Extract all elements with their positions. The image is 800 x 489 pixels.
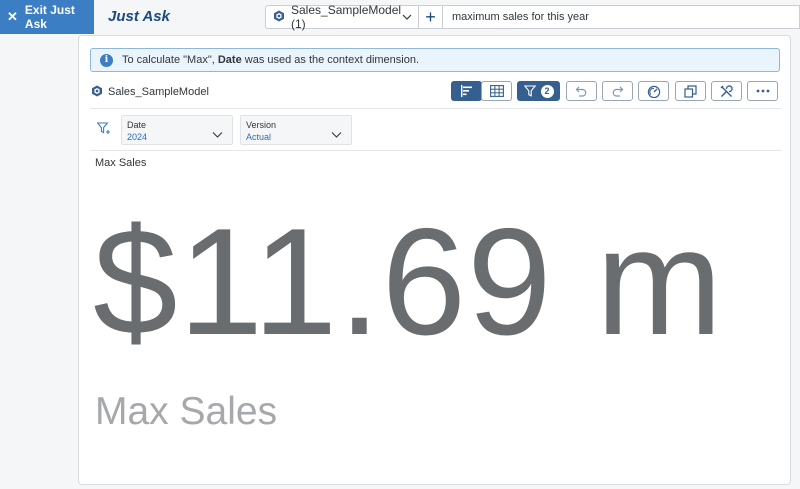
model-select[interactable]: Sales_SampleModel (1) [265, 3, 419, 31]
more-options-button[interactable] [747, 81, 778, 101]
tools-icon [720, 84, 733, 98]
exit-just-ask-label: Exit Just Ask [24, 3, 75, 31]
table-view-button[interactable] [481, 81, 512, 101]
filter-token-value: 2024 [127, 132, 148, 142]
info-banner: i To calculate "Max", Date was used as t… [90, 48, 780, 72]
redo-button[interactable] [602, 81, 633, 101]
kpi-value: $11.69 m [93, 197, 724, 367]
more-icon [756, 89, 770, 93]
query-input[interactable] [443, 5, 800, 29]
undo-icon [575, 85, 588, 97]
filter-button[interactable]: 2 [517, 81, 560, 101]
exit-just-ask-button[interactable]: ✕ Exit Just Ask [0, 0, 94, 34]
filter-token-label: Version [246, 120, 277, 130]
app-title: Just Ask [108, 8, 170, 25]
add-button[interactable]: + [419, 5, 443, 29]
result-card: i To calculate "Max", Date was used as t… [78, 35, 791, 485]
kpi-label: Max Sales [95, 390, 278, 433]
filter-token-date[interactable]: Date 2024 [121, 115, 233, 145]
bar-chart-icon [460, 85, 474, 97]
top-bar: ✕ Exit Just Ask Just Ask Sales_SampleMod… [0, 0, 800, 34]
chart-toolbar: 2 [79, 81, 792, 103]
chevron-down-icon [331, 126, 342, 144]
table-icon [489, 85, 504, 97]
filter-token-value: Actual [246, 132, 272, 142]
undo-button[interactable] [566, 81, 597, 101]
kpi-title: Max Sales [95, 157, 147, 169]
info-icon: i [100, 53, 113, 67]
redo-icon [611, 85, 624, 97]
filter-count-badge: 2 [540, 84, 554, 98]
divider [90, 150, 781, 151]
chevron-down-icon [212, 126, 223, 144]
model-cube-icon [273, 10, 285, 25]
add-filter-icon[interactable] [96, 122, 111, 141]
copy-icon [684, 84, 697, 98]
chart-view-button[interactable] [451, 81, 482, 101]
close-icon: ✕ [7, 9, 18, 24]
copy-button[interactable] [675, 81, 706, 101]
plus-icon: + [425, 6, 436, 27]
chevron-down-icon [401, 11, 413, 26]
filter-token-label: Date [127, 120, 147, 130]
gauge-icon [647, 85, 661, 98]
info-text: To calculate "Max", Date was used as the… [122, 54, 420, 66]
filter-token-version[interactable]: Version Actual [240, 115, 352, 145]
tools-button[interactable] [711, 81, 742, 101]
chart-type-button[interactable] [638, 81, 669, 101]
filter-icon [523, 85, 536, 97]
model-select-label: Sales_SampleModel (1) [291, 3, 402, 31]
divider [90, 108, 781, 109]
